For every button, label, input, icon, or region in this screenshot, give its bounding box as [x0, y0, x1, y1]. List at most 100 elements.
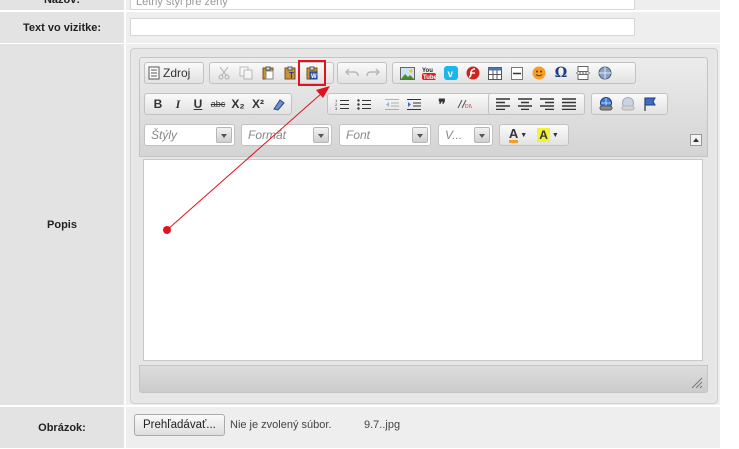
div-container-icon: DIV: [456, 98, 472, 110]
smiley-icon: [532, 66, 546, 80]
undo-group: [337, 62, 387, 84]
bulleted-list-button[interactable]: [353, 94, 375, 114]
flash-icon: [466, 66, 480, 80]
copy-button[interactable]: [235, 63, 257, 83]
iframe-button[interactable]: [594, 63, 616, 83]
align-right-button[interactable]: [536, 94, 558, 114]
scissors-icon: [217, 66, 231, 80]
paste-text-icon: T: [283, 66, 297, 80]
bold-button[interactable]: B: [148, 94, 168, 114]
svg-text:W: W: [311, 74, 317, 80]
source-label: Zdroj: [163, 66, 191, 80]
align-left-button[interactable]: [492, 94, 514, 114]
clipboard-group: T W: [209, 60, 334, 86]
svg-text:T: T: [289, 71, 294, 80]
obrazok-label: Obrázok:: [0, 407, 124, 449]
image-icon: [399, 66, 415, 80]
cut-button[interactable]: [213, 63, 235, 83]
align-center-icon: [518, 98, 532, 110]
subscript-button[interactable]: X₂: [228, 94, 248, 114]
flash-button[interactable]: [462, 63, 484, 83]
flag-icon: [643, 97, 657, 111]
chevron-down-icon: ▼: [520, 131, 528, 139]
text-color-icon: A: [508, 125, 519, 143]
text-vizitka-input[interactable]: [130, 18, 635, 36]
strikethrough-button[interactable]: abc: [208, 94, 228, 114]
link-globe-icon: [598, 97, 614, 111]
resize-handle-icon[interactable]: [691, 377, 703, 389]
anchor-button[interactable]: [639, 94, 661, 114]
align-left-icon: [496, 98, 510, 110]
svg-text:Tube: Tube: [423, 75, 437, 81]
link-button[interactable]: [595, 94, 617, 114]
horizontal-rule-button[interactable]: [506, 63, 528, 83]
paste-word-icon: W: [305, 66, 319, 80]
copy-icon: [239, 66, 253, 80]
unlink-button[interactable]: [617, 94, 639, 114]
image-button[interactable]: [396, 63, 418, 83]
italic-button[interactable]: I: [168, 94, 188, 114]
chevron-down-icon: [313, 127, 329, 143]
undo-icon: [344, 67, 359, 79]
basic-styles-group: B I U abc X₂ X²: [144, 93, 292, 115]
create-div-button[interactable]: DIV: [453, 94, 475, 114]
svg-text:DIV: DIV: [465, 104, 472, 110]
blockquote-button[interactable]: ❞: [431, 94, 453, 114]
table-button[interactable]: [484, 63, 506, 83]
nazov-input[interactable]: Letný štýl pre ženy: [130, 0, 635, 10]
smiley-button[interactable]: [528, 63, 550, 83]
omega-icon: Ω: [554, 65, 568, 81]
clipboard-icon: [261, 66, 275, 80]
chevron-down-icon: ▼: [551, 131, 559, 139]
align-group: [488, 93, 585, 115]
paste-text-button[interactable]: T: [279, 63, 301, 83]
underline-button[interactable]: U: [188, 94, 208, 114]
bg-color-button[interactable]: A ▼: [533, 125, 563, 145]
unlink-icon: [620, 97, 636, 111]
editor-content-area[interactable]: [143, 159, 703, 361]
colors-group: A ▼ A ▼: [499, 124, 569, 146]
file-status-text: Nie je zvolený súbor.: [230, 419, 332, 431]
outdent-button[interactable]: [381, 94, 403, 114]
source-group: Zdroj: [144, 62, 204, 84]
align-center-button[interactable]: [514, 94, 536, 114]
link-group: [591, 93, 668, 115]
remove-format-button[interactable]: [268, 94, 288, 114]
youtube-icon: You Tube: [421, 66, 437, 81]
special-char-button[interactable]: Ω: [550, 63, 572, 83]
vimeo-icon: v: [444, 66, 458, 80]
chevron-down-icon: [412, 127, 428, 143]
page-break-icon: [576, 66, 590, 80]
svg-text:3: 3: [335, 106, 338, 111]
paste-button[interactable]: [257, 63, 279, 83]
redo-button[interactable]: [362, 63, 383, 83]
format-placeholder: Formát: [248, 128, 287, 142]
youtube-button[interactable]: You Tube: [418, 63, 440, 83]
browse-file-button[interactable]: Prehľadávať...: [134, 414, 225, 436]
indent-button[interactable]: [403, 94, 425, 114]
outdent-icon: [385, 98, 399, 111]
bg-color-icon: A: [537, 128, 550, 142]
undo-button[interactable]: [341, 63, 362, 83]
vimeo-button[interactable]: v: [440, 63, 462, 83]
font-dropdown[interactable]: Font: [339, 124, 431, 146]
source-icon: [148, 66, 160, 80]
text-color-button[interactable]: A ▼: [503, 125, 533, 145]
page-break-button[interactable]: [572, 63, 594, 83]
styles-dropdown[interactable]: Štýly: [144, 124, 235, 146]
table-icon: [488, 66, 502, 80]
superscript-button[interactable]: X²: [248, 94, 268, 114]
numbered-list-button[interactable]: 123: [331, 94, 353, 114]
horizontal-line-icon: [511, 66, 523, 80]
source-button[interactable]: Zdroj: [148, 63, 193, 83]
align-justify-button[interactable]: [558, 94, 580, 114]
size-placeholder: V...: [445, 128, 463, 142]
format-dropdown[interactable]: Formát: [241, 124, 332, 146]
styles-placeholder: Štýly: [151, 128, 178, 142]
size-dropdown[interactable]: V...: [438, 124, 493, 146]
bulleted-list-icon: [357, 98, 371, 111]
eraser-icon: [271, 97, 285, 111]
paste-from-word-button[interactable]: W: [298, 60, 326, 86]
editor-status-bar: [139, 365, 708, 393]
collapse-toolbar-button[interactable]: [690, 134, 702, 146]
